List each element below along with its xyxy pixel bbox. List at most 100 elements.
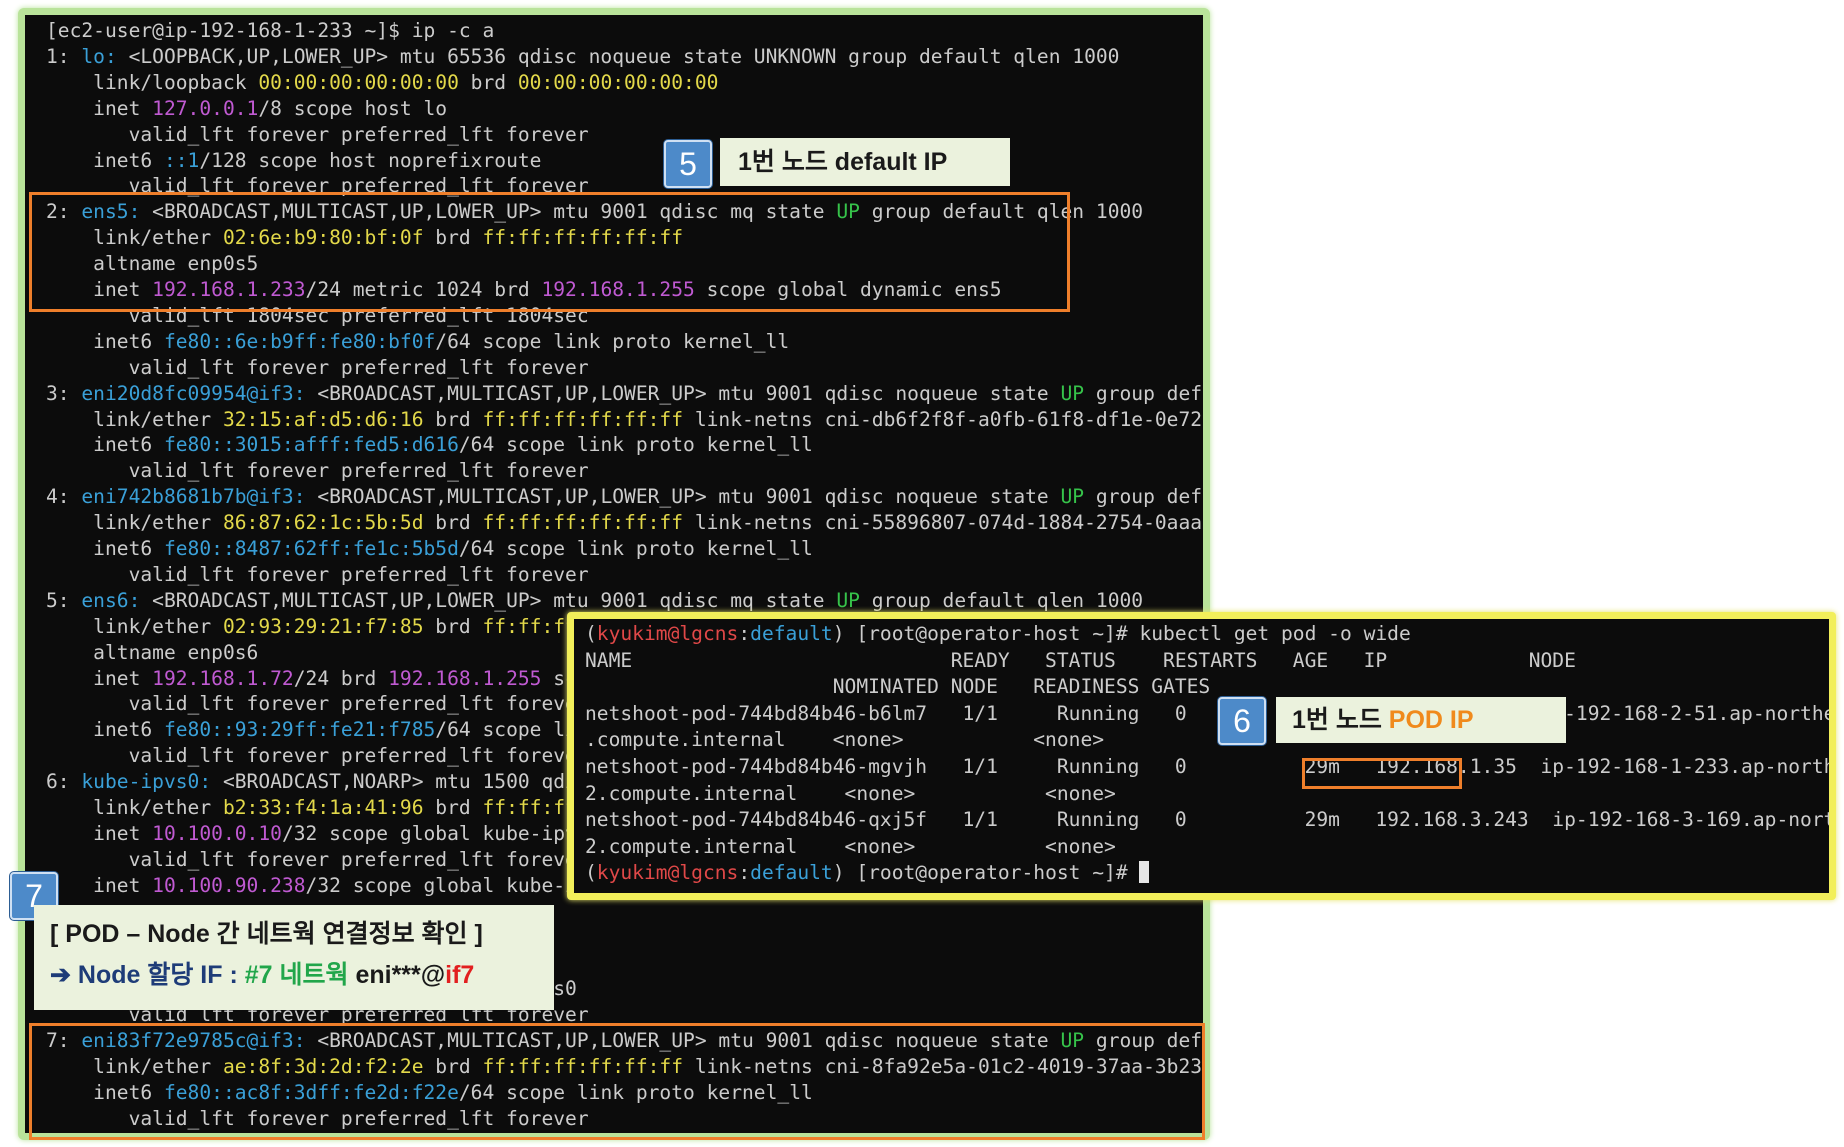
terminal-text: ( <box>585 861 597 885</box>
terminal-line: valid_lft forever preferred_lft forever <box>46 355 589 381</box>
terminal-text: fe80::8487:62ff:fe1c:5b5d <box>163 537 459 560</box>
terminal-text: fe80::6e:b9ff:fe80:bf0f <box>163 329 436 353</box>
terminal-text: group default <box>1095 381 1203 405</box>
terminal-line: valid_lft forever preferred_lft forever <box>46 562 589 588</box>
terminal-line: link/loopback 00:00:00:00:00:00 brd 00:0… <box>46 70 718 96</box>
terminal-line: valid_lft forever preferred_lft forever <box>46 847 589 873</box>
terminal-text: <BROADCAST,MULTICAST,UP,LOWER_UP> mtu 90… <box>305 381 1061 405</box>
terminal-text: netshoot-pod-744bd84b46-mgvjh 1/1 Runnin… <box>585 755 1836 778</box>
terminal-text: default <box>750 861 833 885</box>
terminal-line: link/ether 32:15:af:d5:d6:16 brd ff:ff:f… <box>46 407 1203 433</box>
terminal-line: netshoot-pod-744bd84b46-qxj5f 1/1 Runnin… <box>585 807 1829 833</box>
terminal-line: NAME READY STATUS RESTARTS AGE IP NODE <box>585 648 1576 674</box>
terminal-line: valid_lft forever preferred_lft forever <box>46 743 589 769</box>
terminal-text: /24 brd <box>293 666 389 690</box>
terminal-text: kyukim@lgcns <box>596 622 739 645</box>
terminal-text: ens6: <box>81 588 141 612</box>
terminal-text: brd <box>423 407 483 431</box>
terminal-text: altname enp0s6 <box>46 640 259 664</box>
terminal-text: kube-ipvs0: <box>81 770 212 794</box>
terminal-text: : <box>738 622 751 645</box>
terminal-text: eni742b8681b7b@if3: <box>81 485 306 509</box>
terminal-text: NAME READY STATUS RESTARTS AGE IP NODE <box>585 648 1576 672</box>
terminal-text: lo: <box>81 44 117 68</box>
terminal-text: /64 scope link proto kernel_ll <box>458 537 813 560</box>
terminal-line: inet6 fe80::3015:afff:fed5:d616/64 scope… <box>46 432 813 458</box>
callout7-title: [ POD – Node 간 네트웍 연결정보 확인 ] <box>50 920 483 948</box>
terminal-line: inet 127.0.0.1/8 scope host lo <box>46 96 447 122</box>
terminal-cursor <box>1139 861 1150 884</box>
terminal-text: ) [root@operator-host ~]# <box>832 861 1140 885</box>
terminal-text: <LOOPBACK,UP,LOWER_UP> mtu 65536 qdisc n… <box>116 44 1120 68</box>
terminal-text: .compute.internal <none> <none> <box>585 728 1105 752</box>
terminal-text: valid_lft forever preferred_lft forever <box>46 122 589 146</box>
terminal-text: brd <box>423 796 483 819</box>
terminal-line: valid_lft forever preferred_lft forever <box>46 691 589 717</box>
terminal-line: altname enp0s6 <box>46 640 258 666</box>
terminal-text: /8 scope host lo <box>258 96 448 120</box>
terminal-text: valid_lft forever preferred_lft forever <box>46 459 589 483</box>
terminal-text: ff:ff:ff:ff:ff:ff <box>482 511 684 535</box>
terminal-line: link/ether 02:93:29:21:f7:85 brd ff:ff:f… <box>46 614 647 640</box>
terminal-text: 10.100.90.238 <box>152 873 306 897</box>
terminal-text: kyukim@lgcns <box>596 861 739 885</box>
terminal-text: inet6 <box>46 718 164 742</box>
highlight-eni83f72e9785c <box>29 1023 1205 1140</box>
terminal-line: (kyukim@lgcns:default) [root@operator-ho… <box>585 621 1411 647</box>
terminal-text: valid_lft forever preferred_lft forever <box>46 847 589 871</box>
terminal-text: inet <box>46 96 153 120</box>
terminal-kubectl-get-pod[interactable]: (kyukim@lgcns:default) [root@operator-ho… <box>567 612 1836 900</box>
terminal-text: 02:93:29:21:f7:85 <box>222 614 424 638</box>
callout6-highlight: POD IP <box>1388 706 1474 734</box>
terminal-line: link/ether 86:87:62:1c:5b:5d brd ff:ff:f… <box>46 510 1203 536</box>
terminal-text: /32 scope global kube-ipvs0 <box>281 821 601 845</box>
terminal-text: valid_lft forever preferred_lft forever <box>46 692 589 716</box>
terminal-line: inet6 ::1/128 scope host noprefixroute <box>46 148 541 174</box>
terminal-line: 6: kube-ipvs0: <BROADCAST,NOARP> mtu 150… <box>46 769 636 795</box>
callout7-if: if7 <box>445 961 475 989</box>
terminal-text: 00:00:00:00:00:00 <box>258 70 459 94</box>
terminal-text: valid_lft forever preferred_lft forever <box>46 744 589 768</box>
terminal-line: inet6 fe80::8487:62ff:fe1c:5b5d/64 scope… <box>46 536 813 562</box>
terminal-line: 3: eni20d8fc09954@if3: <BROADCAST,MULTIC… <box>46 381 1203 407</box>
terminal-text: inet6 <box>46 148 164 172</box>
terminal-line: inet 192.168.1.72/24 brd 192.168.1.255 s… <box>46 666 636 692</box>
callout-node1-default-ip: 1번 노드 default IP <box>720 138 1010 186</box>
terminal-text: 4: <box>46 485 82 509</box>
terminal-text: 10.100.0.10 <box>152 821 282 845</box>
terminal-text: 32:15:af:d5:d6:16 <box>222 407 424 431</box>
highlight-pod-ip <box>1302 758 1462 789</box>
terminal-text: [ec2-user@ip-192-168-1-233 ~]$ ip -c a <box>46 19 495 42</box>
terminal-line: valid_lft forever preferred_lft forever <box>46 122 589 148</box>
highlight-ens5 <box>29 192 1070 312</box>
terminal-text: UP <box>1060 381 1085 405</box>
terminal-line: 1: lo: <LOOPBACK,UP,LOWER_UP> mtu 65536 … <box>46 44 1119 70</box>
terminal-text: /64 scope link proto kernel_ll <box>435 329 790 353</box>
callout7-num: #7 네트웍 <box>244 961 349 989</box>
terminal-text: 192.168.1.72 <box>152 666 294 690</box>
terminal-text: group default qlen 1000 <box>859 588 1144 612</box>
terminal-text: <BROADCAST,MULTICAST,UP,LOWER_UP> mtu 90… <box>140 588 837 612</box>
terminal-text: 5: <box>46 588 82 612</box>
callout6-prefix: 1번 노드 <box>1292 706 1389 734</box>
terminal-text: eni20d8fc09954@if3: <box>81 381 306 405</box>
terminal-line: (kyukim@lgcns:default) [root@operator-ho… <box>585 860 1150 886</box>
callout-node1-pod-ip: 1번 노드 POD IP <box>1276 697 1566 743</box>
terminal-line: 2.compute.internal <none> <none> <box>585 834 1116 860</box>
terminal-line: NOMINATED NODE READINESS GATES <box>585 674 1211 700</box>
callout7-detail: ➔ Node 할당 IF : #7 네트웍 eni***@if7 <box>50 953 554 997</box>
terminal-text: 127.0.0.1 <box>152 96 259 120</box>
callout5-text: 1번 노드 default IP <box>738 148 948 176</box>
terminal-text: ) [root@operator-host ~]# kubectl get po… <box>832 622 1411 645</box>
terminal-text: inet6 <box>46 329 164 353</box>
terminal-text: : <box>738 861 751 885</box>
terminal-text: inet <box>46 873 153 897</box>
terminal-text: 1: <box>46 44 82 68</box>
terminal-text: link/loopback <box>46 70 259 94</box>
terminal-text: b2:33:f4:1a:41:96 <box>222 796 424 819</box>
terminal-line: netshoot-pod-744bd84b46-b6lm7 1/1 Runnin… <box>585 701 1829 727</box>
terminal-text: brd <box>458 70 518 94</box>
terminal-line: 4: eni742b8681b7b@if3: <BROADCAST,MULTIC… <box>46 484 1203 510</box>
terminal-text: 2.compute.internal <none> <none> <box>585 781 1116 805</box>
terminal-text: link-netns cni-db6f2f8f-a0fb-61f8-df1e-0… <box>694 407 1203 431</box>
